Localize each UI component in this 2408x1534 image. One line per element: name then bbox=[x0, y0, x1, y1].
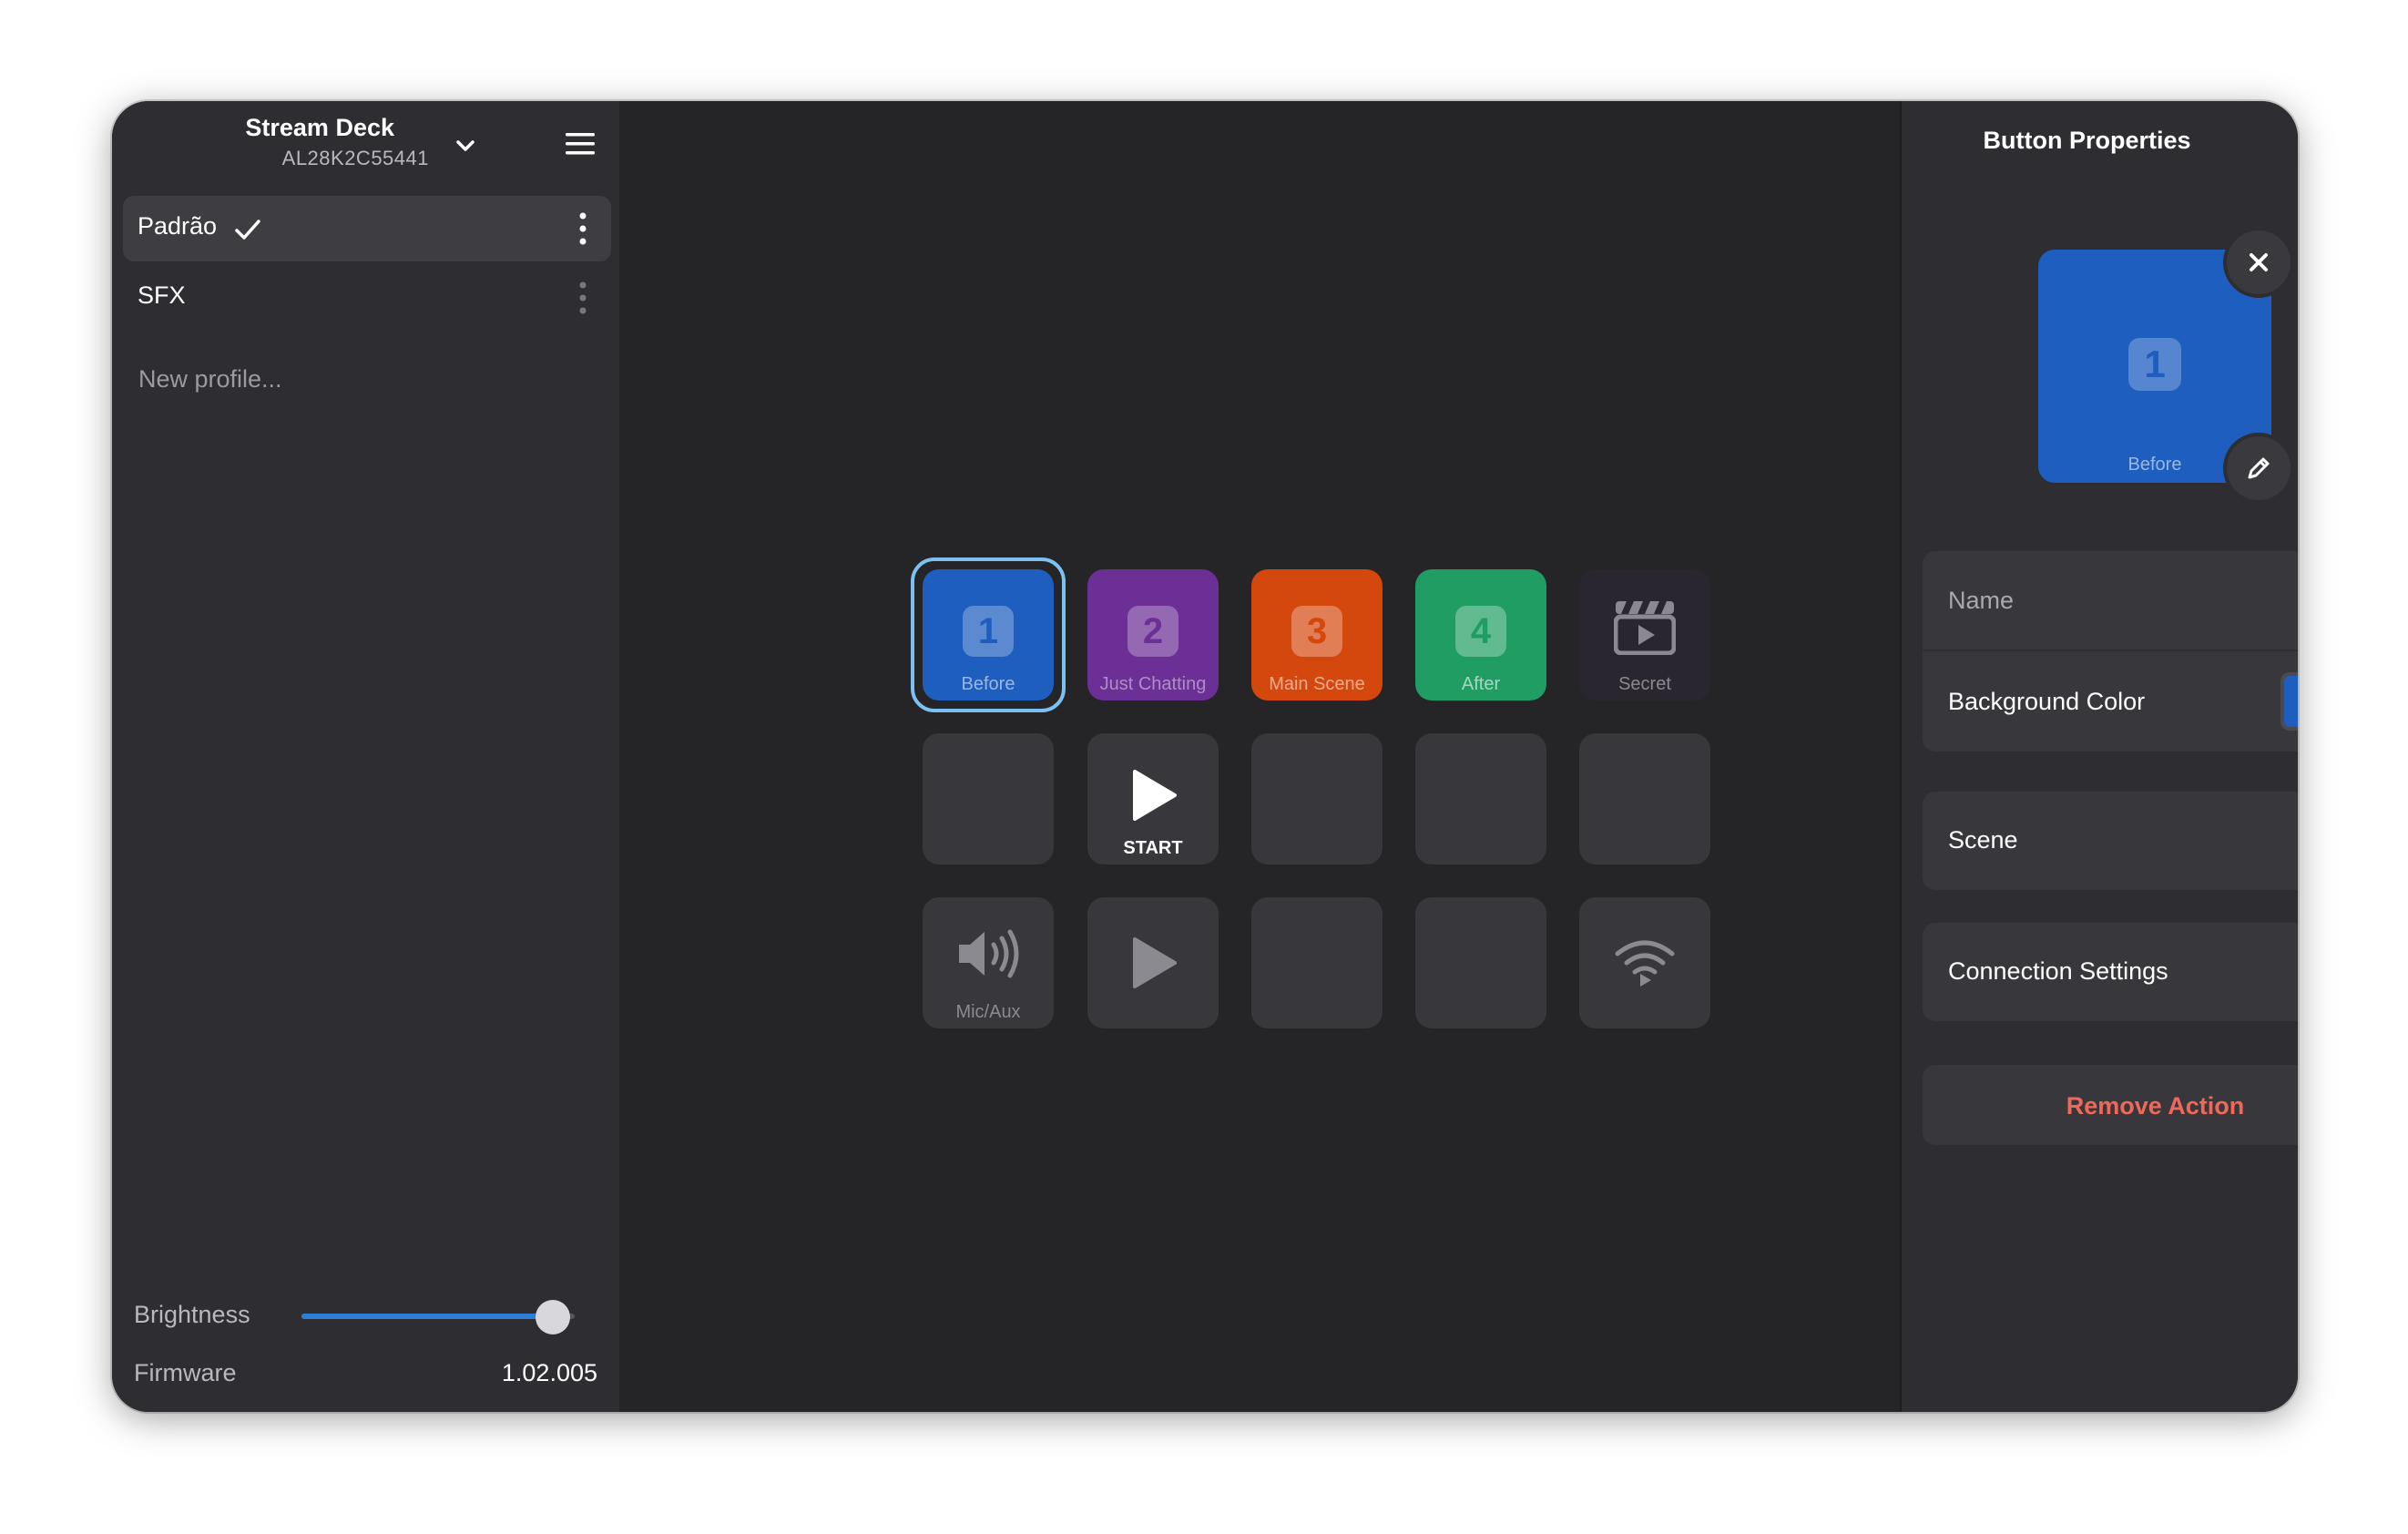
scene-label: Scene bbox=[1948, 826, 2018, 854]
key-empty[interactable] bbox=[923, 733, 1054, 864]
close-icon bbox=[2250, 253, 2268, 271]
key-caption: START bbox=[1123, 838, 1183, 858]
key-mic-aux[interactable]: Mic/Aux bbox=[923, 897, 1054, 1028]
name-placeholder: Name bbox=[1948, 587, 2015, 614]
connection-settings-label: Connection Settings bbox=[1948, 957, 2168, 985]
background-color-label: Background Color bbox=[1948, 688, 2146, 715]
scene-select[interactable]: Scene bbox=[1923, 792, 2298, 890]
remove-action-button[interactable]: Remove Action bbox=[1923, 1065, 2298, 1145]
device-selector[interactable]: Stream Deck AL28K2C55441 bbox=[112, 101, 619, 192]
edit-icon-button[interactable] bbox=[2223, 433, 2294, 504]
key-caption: Just Chatting bbox=[1099, 674, 1207, 694]
key-empty[interactable] bbox=[1251, 733, 1383, 864]
speaker-icon bbox=[959, 929, 1019, 978]
key-before[interactable]: 1 Before bbox=[911, 557, 1066, 712]
key-secret[interactable]: Secret bbox=[1579, 569, 1710, 701]
app-window: Stream Deck AL28K2C55441 Padrão SFX New … bbox=[112, 101, 2298, 1412]
device-name: Stream Deck bbox=[245, 114, 394, 141]
panel-title: Button Properties bbox=[1983, 127, 2191, 154]
key-number: 1 bbox=[963, 606, 1014, 657]
firmware-label: Firmware bbox=[134, 1359, 237, 1386]
device-serial: AL28K2C55441 bbox=[281, 147, 429, 169]
preview-number: 1 bbox=[2128, 338, 2181, 391]
play-icon bbox=[1133, 937, 1177, 988]
color-swatch[interactable] bbox=[2280, 672, 2298, 731]
key-start[interactable]: START bbox=[1087, 733, 1219, 864]
key-caption: Before bbox=[961, 674, 1015, 694]
background-color-row: Background Color bbox=[1923, 651, 2298, 752]
brightness-slider[interactable] bbox=[301, 1300, 575, 1335]
profile-label: SFX bbox=[138, 281, 186, 309]
key-stream-signal[interactable] bbox=[1579, 897, 1710, 1028]
key-main-scene[interactable]: 3 Main Scene bbox=[1251, 569, 1383, 701]
key-number: 3 bbox=[1291, 606, 1342, 657]
remove-action-label: Remove Action bbox=[2066, 1092, 2245, 1120]
appearance-card: Name Background Color bbox=[1923, 551, 2298, 752]
key-after[interactable]: 4 After bbox=[1415, 569, 1546, 701]
firmware-version: 1.02.005 bbox=[501, 1359, 597, 1386]
clear-icon-button[interactable] bbox=[2223, 227, 2294, 298]
key-grid: 1 Before 2 Just Chatting 3 Main Scene 4 … bbox=[619, 101, 1899, 1412]
connection-settings-toggle[interactable]: Connection Settings bbox=[1923, 923, 2298, 1021]
button-properties-panel: Button Properties 1 Before Name Backgrou… bbox=[1900, 101, 2298, 1412]
key-empty[interactable] bbox=[1251, 897, 1383, 1028]
brightness-label: Brightness bbox=[134, 1301, 250, 1328]
sidebar: Stream Deck AL28K2C55441 Padrão SFX New … bbox=[112, 101, 621, 1412]
play-icon bbox=[1133, 770, 1177, 821]
more-options-icon[interactable] bbox=[576, 280, 589, 316]
key-caption: Secret bbox=[1618, 674, 1671, 694]
more-options-icon[interactable] bbox=[576, 210, 589, 247]
clapperboard-icon bbox=[1614, 601, 1676, 655]
key-caption: After bbox=[1461, 674, 1501, 694]
slider-thumb[interactable] bbox=[536, 1300, 570, 1335]
key-number: 2 bbox=[1127, 606, 1178, 657]
key-empty[interactable] bbox=[1579, 733, 1710, 864]
key-play[interactable] bbox=[1087, 897, 1219, 1028]
key-caption: Mic/Aux bbox=[955, 1002, 1021, 1022]
check-icon bbox=[235, 220, 260, 240]
name-field[interactable]: Name bbox=[1923, 551, 2298, 649]
key-empty[interactable] bbox=[1415, 733, 1546, 864]
profile-item-padrao[interactable]: Padrão bbox=[123, 196, 611, 261]
profile-label: Padrão bbox=[138, 212, 218, 240]
profile-item-sfx[interactable]: SFX bbox=[123, 265, 611, 331]
key-just-chatting[interactable]: 2 Just Chatting bbox=[1087, 569, 1219, 701]
key-caption: Main Scene bbox=[1269, 674, 1365, 694]
wifi-icon bbox=[1615, 940, 1675, 987]
key-empty[interactable] bbox=[1415, 897, 1546, 1028]
pencil-icon bbox=[2248, 457, 2270, 479]
new-profile-input[interactable]: New profile... bbox=[138, 365, 282, 394]
chevron-down-icon[interactable] bbox=[452, 132, 479, 159]
menu-icon[interactable] bbox=[563, 127, 597, 161]
key-number: 4 bbox=[1455, 606, 1506, 657]
